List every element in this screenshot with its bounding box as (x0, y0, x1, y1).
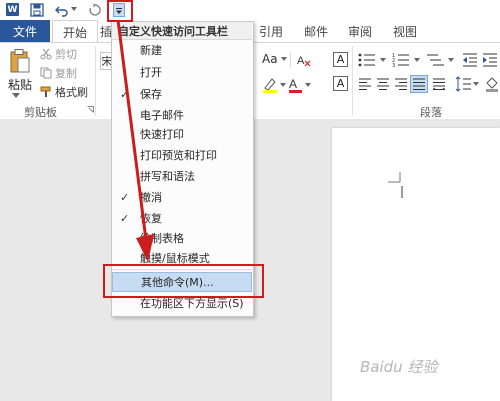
copy-icon (40, 67, 52, 79)
svg-text:A: A (289, 77, 297, 91)
tab-review[interactable]: 审阅 (348, 20, 372, 42)
enclose-characters-icon[interactable]: A (333, 76, 348, 91)
paragraph-group-label: 段落 (420, 106, 442, 119)
chevron-down-icon (280, 57, 287, 61)
change-case-icon: Aa (262, 52, 278, 66)
watermark: Baidu 经验 (360, 358, 438, 376)
format-painter-button[interactable]: 格式刷 (40, 84, 88, 100)
scissors-icon (40, 48, 52, 60)
distributed-icon[interactable] (432, 77, 446, 91)
decrease-indent-icon[interactable] (462, 52, 478, 68)
tab-references[interactable]: 引用 (259, 20, 283, 42)
tab-mailings[interactable]: 邮件 (304, 20, 328, 42)
undo-icon[interactable] (55, 3, 69, 17)
paste-icon[interactable] (9, 48, 31, 74)
save-icon[interactable] (30, 3, 44, 17)
clipboard-launcher-icon[interactable] (87, 106, 94, 113)
annotation-box-more-commands (103, 264, 264, 298)
svg-text:A: A (297, 55, 305, 67)
svg-text:3: 3 (392, 63, 395, 68)
font-color-icon[interactable]: A (288, 76, 312, 94)
multilevel-list-icon[interactable] (426, 52, 456, 68)
shading-icon[interactable] (485, 76, 500, 92)
numbering-icon[interactable]: 123 (392, 52, 422, 68)
cut-label: 剪切 (55, 48, 77, 61)
align-right-icon[interactable] (394, 77, 408, 91)
increase-indent-icon[interactable] (482, 52, 498, 68)
bullets-icon[interactable] (358, 52, 388, 68)
copy-button[interactable]: 复制 (40, 65, 77, 81)
group-separator (352, 46, 353, 116)
undo-dropdown-icon[interactable] (71, 7, 77, 11)
redo-icon[interactable] (88, 3, 102, 17)
cut-button[interactable]: 剪切 (40, 46, 77, 62)
annotation-arrow (116, 19, 154, 262)
tab-view[interactable]: 视图 (393, 20, 417, 42)
clear-formatting-icon[interactable]: A (296, 52, 312, 68)
tab-file[interactable]: 文件 (0, 20, 50, 42)
format-painter-label: 格式刷 (55, 86, 88, 99)
text-highlight-color-icon[interactable] (262, 76, 286, 94)
group-separator (95, 46, 96, 116)
paste-button[interactable]: 粘贴 (8, 76, 32, 93)
word-icon[interactable]: W (6, 3, 19, 16)
change-case-button[interactable]: Aa (262, 52, 287, 66)
paste-dropdown-icon[interactable] (12, 93, 20, 98)
format-painter-icon (40, 86, 51, 97)
align-center-icon[interactable] (376, 77, 390, 91)
clipboard-group-label: 剪贴板 (24, 106, 57, 119)
quick-access-toolbar: W (0, 0, 500, 20)
line-spacing-icon[interactable] (455, 76, 479, 92)
tool-separator (290, 52, 291, 68)
tab-home[interactable]: 开始 (52, 20, 98, 43)
justify-button[interactable] (410, 75, 428, 93)
align-left-icon[interactable] (358, 77, 372, 91)
text-cursor-icon (388, 172, 403, 198)
copy-label: 复制 (55, 67, 77, 80)
character-border-icon[interactable]: A (333, 52, 348, 67)
justify-icon (413, 78, 425, 90)
